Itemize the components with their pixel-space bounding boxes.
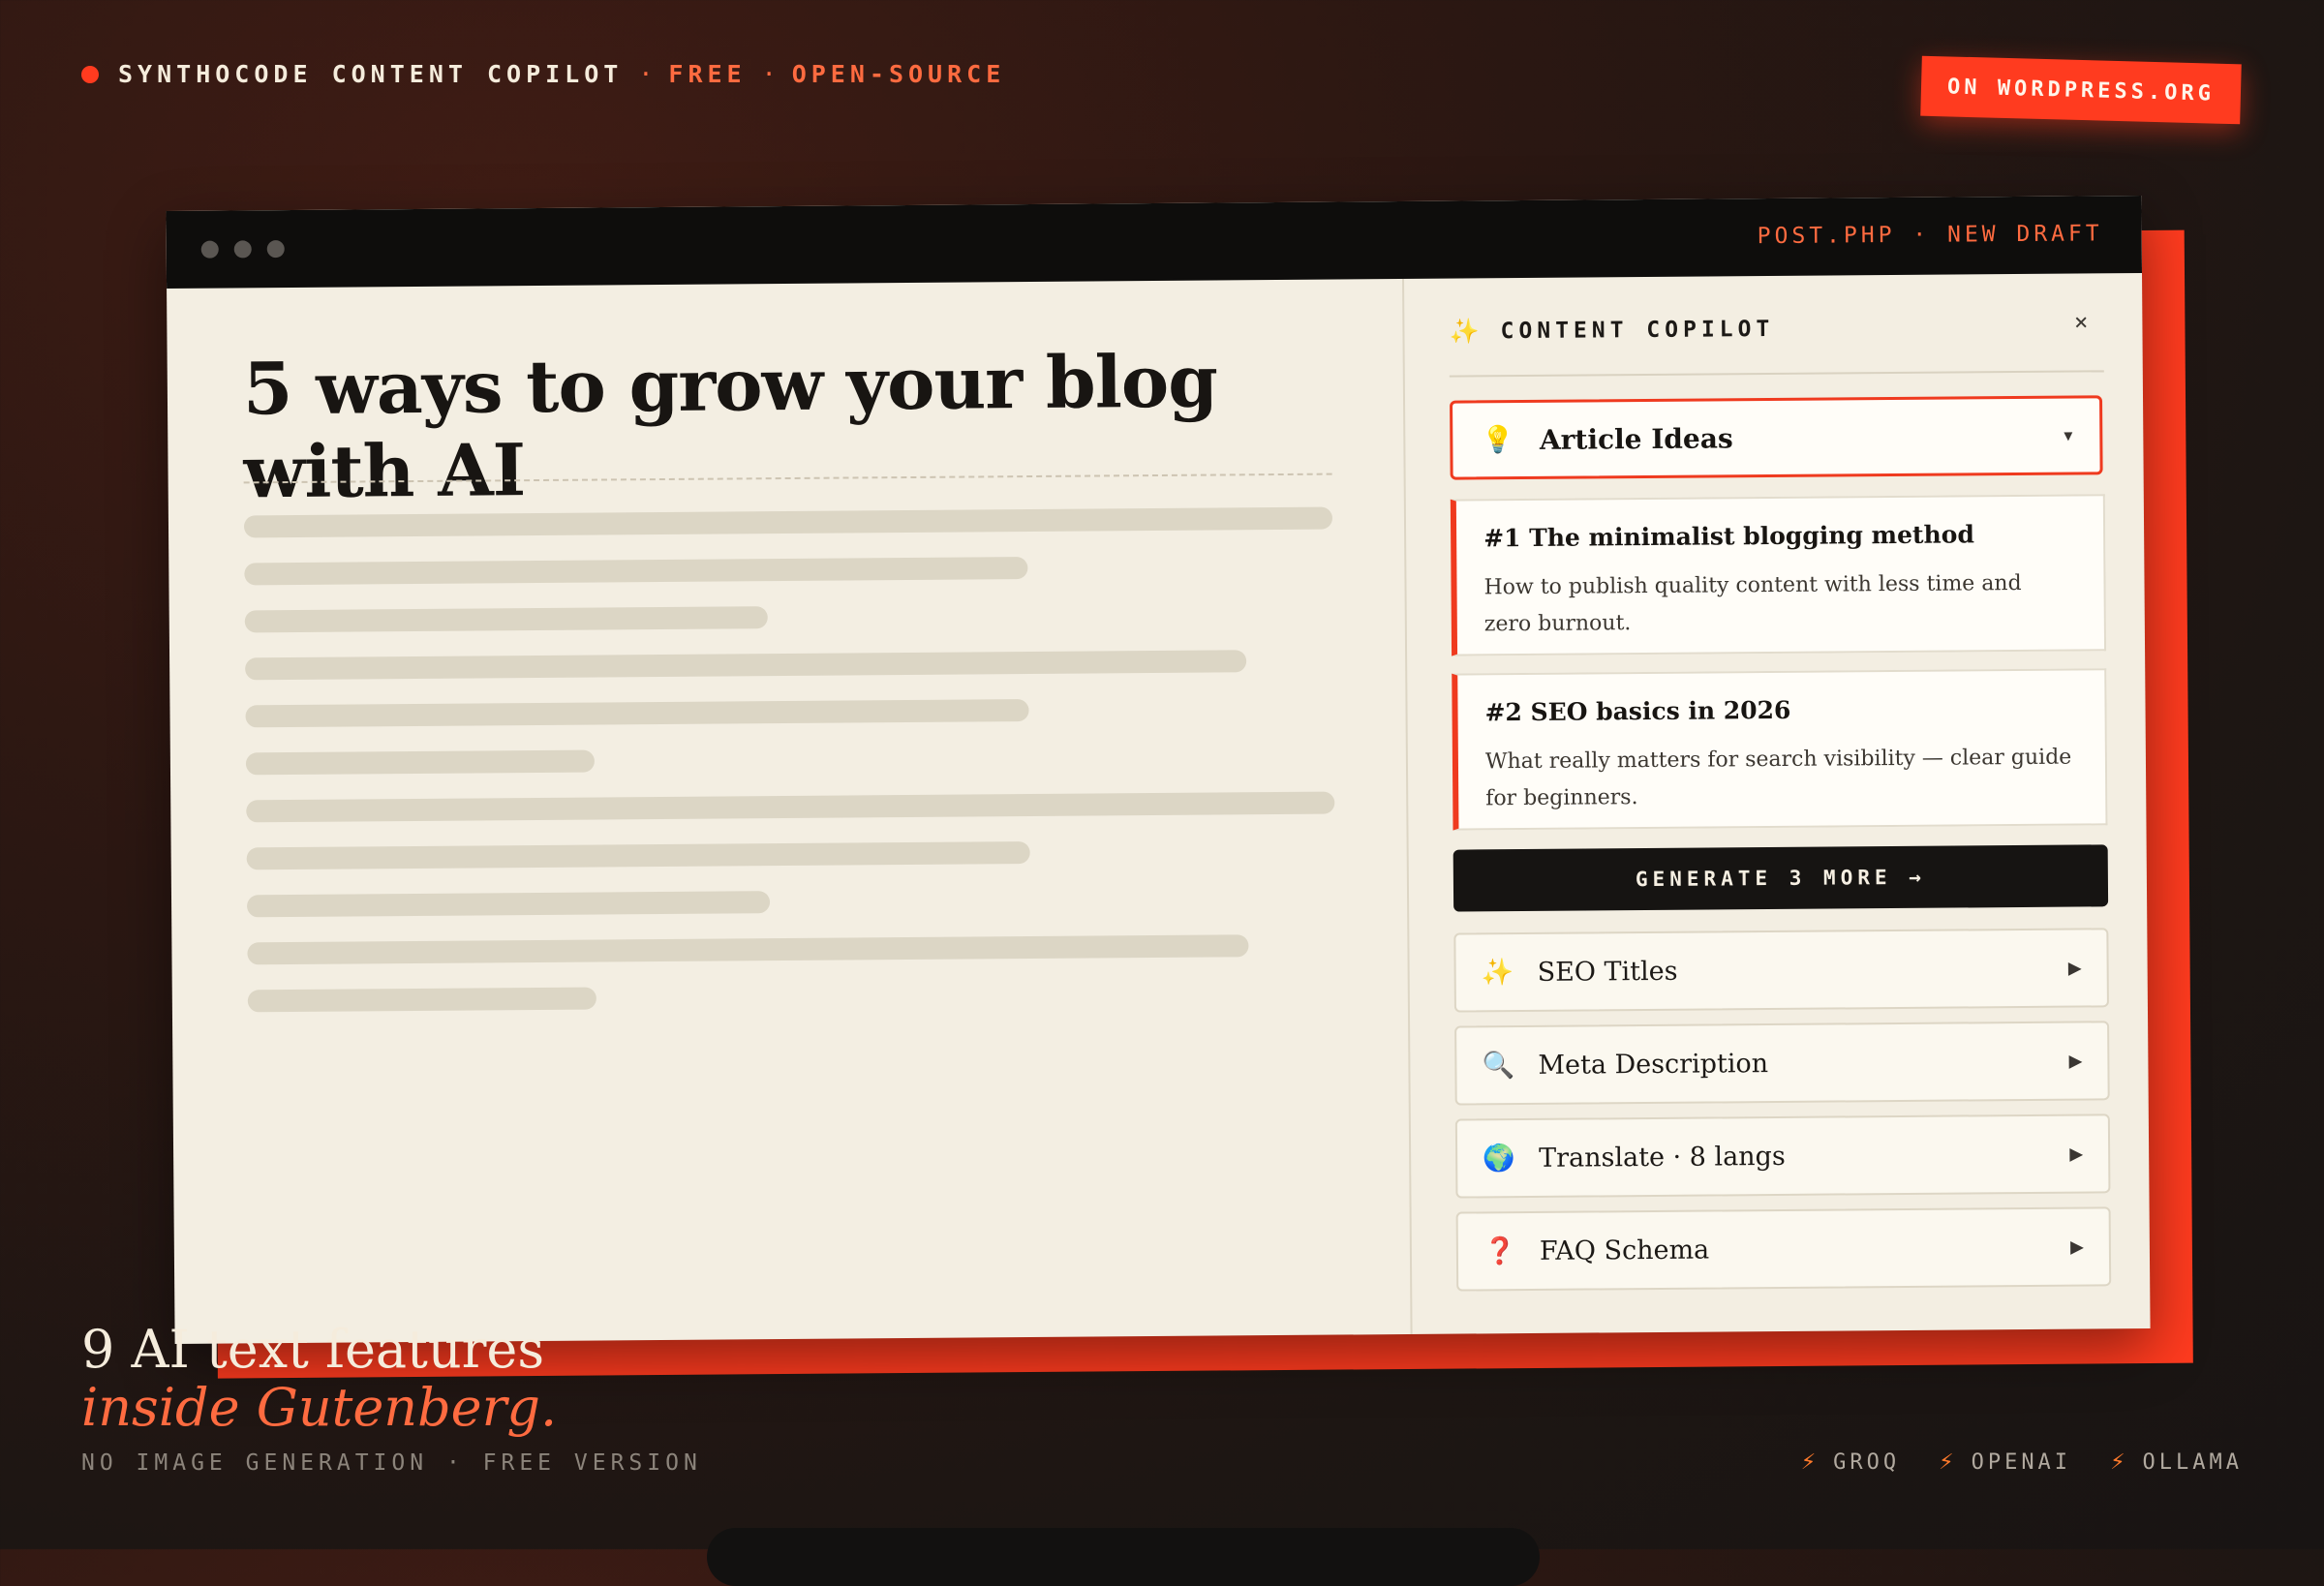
window-control-dot[interactable] <box>200 240 219 259</box>
idea-description: What really matters for search visibilit… <box>1484 745 2072 811</box>
placeholder-text-line <box>244 606 768 633</box>
content-copilot-panel: ✨ CONTENT COPILOT × 💡 Article Ideas ▾ #1… <box>1404 273 2151 1334</box>
window-control-dot[interactable] <box>233 240 252 259</box>
top-bar: SYNTHOCODE CONTENT COPILOT · FREE · OPEN… <box>81 60 1005 88</box>
placeholder-text-line <box>246 791 1335 823</box>
provider-openai: ⚡ OPENAI <box>1939 1450 2071 1475</box>
feature-select-article-ideas[interactable]: 💡 Article Ideas ▾ <box>1450 395 2103 480</box>
globe-icon: 🌍 <box>1483 1144 1516 1174</box>
editor-window: POST.PHP · NEW DRAFT 5 ways to grow your… <box>166 196 2151 1344</box>
chevron-down-icon: ▾ <box>2064 425 2073 446</box>
provider-list: ⚡ GROQ ⚡ OPENAI ⚡ OLLAMA <box>1762 1450 2243 1475</box>
panel-header: ✨ CONTENT COPILOT <box>1449 315 1774 347</box>
provider-groq: ⚡ GROQ <box>1801 1450 1900 1475</box>
footer-subline: NO IMAGE GENERATION · FREE VERSION <box>81 1450 702 1476</box>
placeholder-text-line <box>245 749 596 776</box>
idea-title: #1 The minimalist blogging method <box>1483 520 1974 553</box>
placeholder-lines <box>243 506 1336 1038</box>
bolt-icon: ⚡ <box>1939 1450 1954 1475</box>
idea-card-2[interactable]: #2 SEO basics in 2026 What really matter… <box>1452 668 2108 831</box>
panel-title: CONTENT COPILOT <box>1500 316 1775 345</box>
feature-faq-schema[interactable]: ❓ FAQ Schema ▶ <box>1455 1206 2112 1292</box>
provider-name: OPENAI <box>1971 1450 2072 1475</box>
footer-headline: 9 AI text features <box>81 1319 545 1380</box>
placeholder-text-line <box>244 557 1028 586</box>
placeholder-text-line <box>245 699 1029 728</box>
provider-name: OLLAMA <box>2142 1450 2243 1475</box>
sparkle-icon: ✨ <box>1481 958 1514 989</box>
tag-open-source: OPEN-SOURCE <box>791 60 1006 88</box>
footer-headline-accent: inside Gutenberg. <box>81 1377 558 1438</box>
feature-label: Translate · 8 langs <box>1539 1141 1786 1174</box>
provider-ollama: ⚡ OLLAMA <box>2110 1450 2243 1475</box>
window-control-dot[interactable] <box>266 240 285 259</box>
placeholder-text-line <box>247 987 596 1013</box>
chevron-right-icon: ▶ <box>2069 1236 2084 1258</box>
placeholder-text-line <box>246 841 1030 870</box>
file-label: POST.PHP · NEW DRAFT <box>1757 221 2103 250</box>
tag-free: FREE <box>668 60 747 88</box>
feature-label: FAQ Schema <box>1539 1235 1710 1266</box>
status-dot <box>81 65 99 83</box>
chevron-right-icon: ▶ <box>2068 1051 2083 1072</box>
chevron-right-icon: ▶ <box>2069 1144 2084 1165</box>
editor-window-wrapper: POST.PHP · NEW DRAFT 5 ways to grow your… <box>166 196 2193 1379</box>
editor-canvas[interactable]: 5 ways to grow your blog with AI <box>167 279 1411 1344</box>
lightbulb-icon: 💡 <box>1482 425 1515 456</box>
sparkle-icon: ✨ <box>1449 317 1480 346</box>
post-title[interactable]: 5 ways to grow your blog with AI <box>243 339 1404 515</box>
separator: · <box>638 60 654 88</box>
magnifier-icon: 🔍 <box>1482 1051 1515 1082</box>
brand-name: SYNTHOCODE CONTENT COPILOT <box>118 60 624 88</box>
wordpress-org-badge[interactable]: ON WORDPRESS.ORG <box>1920 55 2242 125</box>
question-mark-icon: ❓ <box>1483 1236 1516 1267</box>
idea-card-1[interactable]: #1 The minimalist blogging method How to… <box>1450 494 2107 656</box>
feature-label: SEO Titles <box>1537 956 1678 988</box>
separator: · <box>761 60 777 88</box>
placeholder-text-line <box>246 891 771 918</box>
feature-translate[interactable]: 🌍 Translate · 8 langs ▶ <box>1454 1113 2111 1199</box>
feature-seo-titles[interactable]: ✨ SEO Titles ▶ <box>1453 928 2109 1013</box>
provider-name: GROQ <box>1833 1450 1901 1475</box>
placeholder-text-line <box>245 650 1247 681</box>
close-icon[interactable]: × <box>2074 308 2089 335</box>
placeholder-text-line <box>247 934 1249 965</box>
idea-title: #2 SEO basics in 2026 <box>1484 695 1791 727</box>
chevron-right-icon: ▶ <box>2067 958 2082 979</box>
feature-label: Meta Description <box>1538 1048 1769 1081</box>
bottom-decorative-bar <box>707 1528 1540 1586</box>
bolt-icon: ⚡ <box>2110 1450 2125 1475</box>
feature-meta-description[interactable]: 🔍 Meta Description ▶ <box>1454 1021 2110 1106</box>
bolt-icon: ⚡ <box>1800 1450 1817 1475</box>
idea-description: How to publish quality content with less… <box>1483 570 2022 637</box>
generate-more-button[interactable]: GENERATE 3 MORE → <box>1452 844 2109 912</box>
feature-select-label: Article Ideas <box>1539 421 1733 456</box>
header-rule <box>1449 370 2104 378</box>
